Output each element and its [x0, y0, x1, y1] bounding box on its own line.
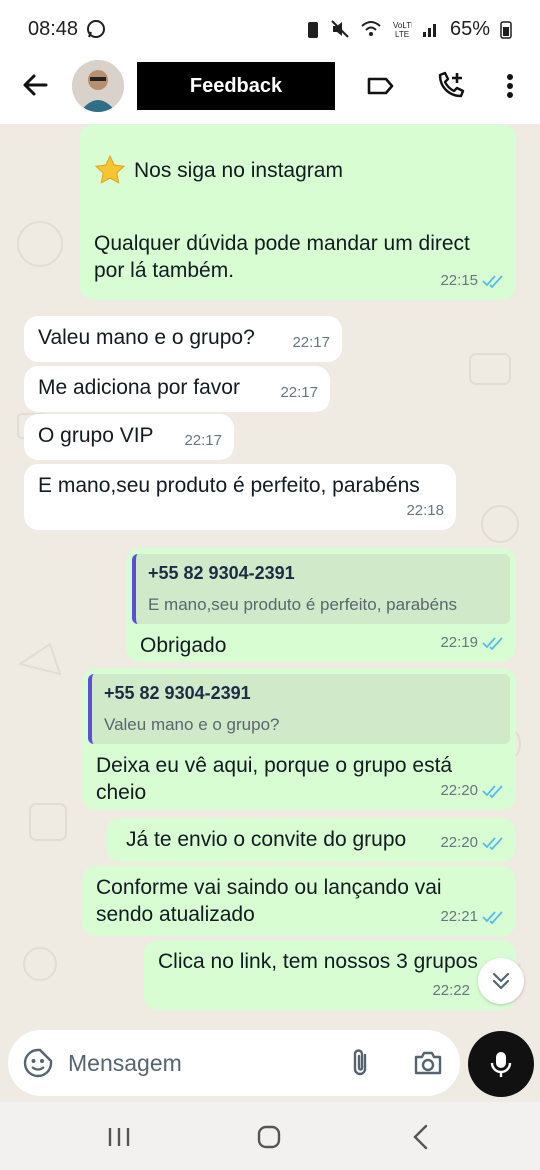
quote-text: Valeu mano e o grupo?: [104, 715, 280, 734]
message-text: O grupo VIP: [38, 424, 154, 447]
message-text: Qualquer dúvida pode mandar um direct: [94, 232, 470, 255]
message-text: Me adiciona por favor: [38, 376, 240, 399]
chat-area[interactable]: Nos siga no instagram Qualquer dúvida po…: [0, 124, 540, 1026]
message-input[interactable]: [68, 1042, 338, 1084]
mic-button[interactable]: [468, 1031, 534, 1097]
message-in[interactable]: O grupo VIP 22:17: [24, 414, 234, 460]
quoted-message[interactable]: +55 82 9304-2391 Valeu mano e o grupo?: [88, 674, 510, 744]
message-in[interactable]: Me adiciona por favor 22:17: [24, 366, 330, 412]
message-text: Valeu mano e o grupo?: [38, 326, 255, 349]
message-text: Já te envio o convite do grupo: [126, 828, 407, 851]
message-composer: [8, 1030, 460, 1096]
message-out[interactable]: +55 82 9304-2391 Valeu mano e o grupo? D…: [82, 668, 516, 810]
message-text: Clica no link, tem nossos 3 grupos: [158, 950, 478, 973]
message-meta: 22:17: [184, 427, 222, 454]
attach-icon[interactable]: [346, 1047, 376, 1079]
quote-text: E mano,seu produto é perfeito, parabéns: [148, 595, 458, 614]
chat-header: Feedback: [0, 58, 540, 124]
battery-percent: 65%: [449, 17, 490, 40]
signal-icon: [422, 24, 436, 37]
double-check-icon: [482, 636, 503, 650]
status-bar: 08:48 VoLTELTE 65%: [0, 0, 540, 58]
star-emoji-icon: [94, 154, 126, 184]
add-call-icon[interactable]: [434, 70, 466, 102]
camera-icon[interactable]: [412, 1047, 444, 1079]
message-time: 22:17: [292, 334, 330, 351]
double-check-icon: [482, 274, 503, 288]
quote-author: +55 82 9304-2391: [148, 563, 295, 583]
svg-text:VoLTE: VoLTE: [393, 21, 412, 30]
more-vert-icon[interactable]: [494, 70, 526, 102]
message-in[interactable]: Valeu mano e o grupo? 22:17: [24, 316, 342, 362]
message-out[interactable]: Já te envio o convite do grupo 22:20: [106, 818, 516, 862]
message-text: Conforme vai saindo ou lançando vai: [96, 876, 442, 899]
home-icon[interactable]: [254, 1122, 284, 1152]
message-time: 22:15: [440, 272, 478, 289]
avatar-photo: [72, 60, 124, 112]
message-out[interactable]: Conforme vai saindo ou lançando vai send…: [82, 866, 516, 936]
message-time: 22:18: [406, 502, 444, 519]
double-check-icon: [482, 910, 503, 924]
wifi-icon: [361, 21, 381, 36]
battery-icon: [500, 21, 512, 39]
message-time: 22:20: [440, 782, 478, 799]
message-meta: 22:22: [432, 977, 470, 1004]
mic-icon: [490, 1052, 512, 1077]
message-time: 22:22: [432, 982, 470, 999]
back-nav-icon[interactable]: [406, 1122, 436, 1152]
mute-icon: [331, 20, 349, 38]
message-in[interactable]: E mano,seu produto é perfeito, parabéns …: [24, 464, 456, 530]
message-meta: 22:21: [440, 903, 504, 930]
message-meta: 22:20: [440, 777, 504, 804]
message-meta: 22:15: [440, 267, 504, 294]
message-meta: 22:20: [440, 829, 504, 856]
message-out[interactable]: +55 82 9304-2391 E mano,seu produto é pe…: [126, 548, 516, 662]
double-check-icon: [482, 836, 503, 850]
volte-icon: VoLTELTE: [393, 21, 412, 39]
label-icon[interactable]: [364, 70, 396, 102]
message-time: 22:17: [280, 384, 318, 401]
quoted-message[interactable]: +55 82 9304-2391 E mano,seu produto é pe…: [132, 554, 510, 624]
system-nav-bar: [0, 1102, 540, 1170]
message-time: 22:21: [440, 908, 478, 925]
message-meta: 22:18: [406, 497, 444, 524]
chat-title[interactable]: Feedback: [137, 62, 335, 110]
message-out[interactable]: Nos siga no instagram Qualquer dúvida po…: [80, 124, 516, 300]
status-time: 08:48: [28, 17, 79, 40]
message-time: 22:20: [440, 834, 478, 851]
battery-saver-icon: [307, 22, 318, 38]
sticker-icon[interactable]: [22, 1047, 54, 1079]
message-time: 22:19: [440, 634, 478, 651]
scroll-down-icon: [492, 972, 510, 990]
recents-icon[interactable]: [104, 1122, 134, 1152]
back-arrow-icon[interactable]: [20, 70, 50, 100]
double-check-icon: [482, 784, 503, 798]
svg-text:LTE: LTE: [395, 30, 409, 39]
whatsapp-icon: [87, 20, 106, 38]
avatar[interactable]: [72, 60, 124, 112]
scroll-to-bottom-button[interactable]: [478, 958, 524, 1004]
quote-author: +55 82 9304-2391: [104, 683, 251, 703]
message-time: 22:17: [184, 432, 222, 449]
message-text: Deixa eu vê aqui, porque o grupo está: [96, 754, 453, 777]
message-meta: 22:19: [440, 629, 504, 656]
message-meta: 22:17: [280, 379, 318, 406]
status-right: VoLTELTE 65%: [306, 18, 512, 41]
message-text: E mano,seu produto é perfeito, parabéns: [38, 474, 420, 497]
message-out[interactable]: Clica no link, tem nossos 3 grupos 22:22: [144, 940, 516, 1010]
message-text: Nos siga no instagram: [134, 158, 343, 182]
message-meta: 22:17: [292, 329, 330, 356]
